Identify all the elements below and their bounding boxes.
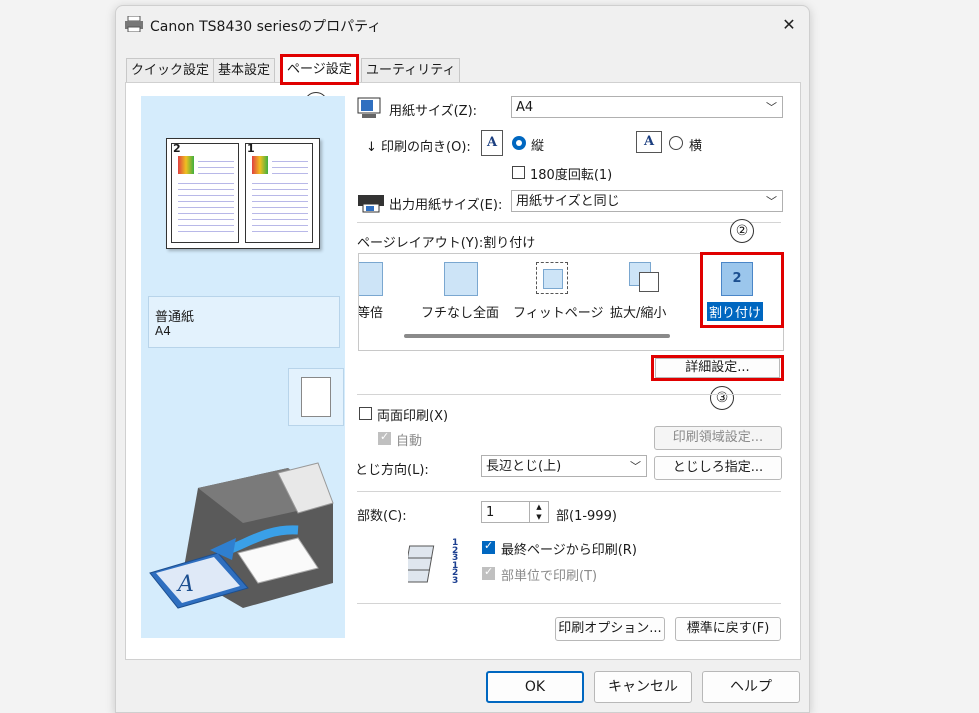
printer-icon: [125, 16, 143, 32]
layout-item-fit-page[interactable]: フィットページ: [513, 302, 603, 321]
page-size-label: 用紙サイズ(Z):: [389, 104, 478, 119]
stack-pages-icon: [408, 545, 435, 583]
highlight-detail: [651, 355, 784, 381]
preview-page-left: 2: [171, 142, 239, 243]
output-size-label: 出力用紙サイズ(E):: [389, 198, 503, 213]
help-button[interactable]: ヘルプ: [702, 671, 800, 703]
paper-size-text: A4: [155, 324, 171, 338]
collate-label: 部単位で印刷(T): [501, 569, 598, 584]
preview-page-right: 1: [245, 142, 313, 243]
landscape-icon: A: [636, 131, 662, 153]
svg-text:A: A: [176, 572, 194, 597]
chevron-down-icon: ﹀: [766, 101, 777, 114]
window-title: Canon TS8430 seriesのプロパティ: [150, 19, 382, 35]
separator: [357, 394, 781, 395]
separator: [357, 603, 781, 604]
copies-label: 部数(C):: [357, 509, 407, 524]
page-layout-label: ページレイアウト(Y):割り付け: [357, 236, 536, 251]
preview-image: [178, 156, 194, 174]
separator: [357, 222, 781, 223]
page-size-select[interactable]: A4 ﹀: [511, 96, 783, 118]
tab-basic[interactable]: 基本設定: [213, 58, 276, 83]
auto-checkbox[interactable]: ✓: [378, 430, 391, 445]
output-size-select[interactable]: 用紙サイズと同じ ﹀: [511, 190, 783, 212]
paper-info-box: 普通紙 A4: [148, 296, 340, 348]
rotate-180-label: 180度回転(1): [530, 168, 613, 183]
borderless-icon: [444, 262, 478, 296]
ok-button[interactable]: OK: [486, 671, 584, 703]
scaled-icon: [629, 262, 659, 292]
restore-defaults-button[interactable]: 標準に戻す(F): [675, 617, 781, 641]
orientation-preview: [288, 368, 344, 426]
reverse-order-label: 最終ページから印刷(R): [501, 543, 637, 558]
chevron-down-icon: ﹀: [766, 195, 777, 208]
page-size-icon: [357, 97, 381, 118]
collate-numbers: 1 2 3 1 2 3: [452, 538, 459, 586]
rotate-180-checkbox[interactable]: [512, 166, 525, 179]
highlight-tab: [280, 54, 359, 85]
separator: [357, 491, 781, 492]
auto-label: 自動: [396, 434, 423, 449]
binding-margin-button[interactable]: とじしろ指定...: [654, 456, 782, 480]
layout-item-borderless[interactable]: フチなし全面: [421, 302, 499, 321]
fit-page-icon: [536, 262, 568, 294]
portrait-label: 縦: [531, 139, 545, 154]
layout-preview-sheet: 2 1: [166, 138, 320, 249]
annotation-three: ③: [710, 386, 734, 410]
copies-range: 部(1-999): [556, 509, 617, 524]
landscape-radio[interactable]: [669, 136, 683, 150]
landscape-label: 横: [689, 139, 703, 154]
copies-stepper[interactable]: 1 ▲ ▼: [481, 501, 549, 523]
portrait-icon: A: [481, 130, 503, 156]
tab-quick[interactable]: クイック設定: [126, 58, 215, 83]
tab-utility[interactable]: ユーティリティ: [361, 58, 461, 83]
print-options-button[interactable]: 印刷オプション...: [555, 617, 665, 641]
duplex-label: 両面印刷(X): [377, 409, 449, 424]
normal-size-icon: [359, 262, 383, 296]
output-printer-icon: [358, 195, 384, 213]
binding-select[interactable]: 長辺とじ(上) ﹀: [481, 455, 647, 477]
horizontal-scrollbar[interactable]: [404, 334, 670, 338]
annotation-two: ②: [730, 219, 754, 243]
close-icon[interactable]: ✕: [776, 13, 802, 37]
duplex-checkbox[interactable]: [359, 407, 372, 420]
layout-item-scaled[interactable]: 拡大/縮小: [610, 302, 666, 321]
reverse-order-checkbox[interactable]: ✓: [482, 539, 495, 554]
collate-checkbox[interactable]: ✓: [482, 565, 495, 580]
portrait-radio[interactable]: [512, 136, 526, 150]
printer-illustration-icon: A: [149, 462, 334, 609]
highlight-layout: [700, 252, 784, 328]
paper-icon: [301, 377, 331, 417]
orientation-label: ↓ 印刷の向き(O):: [366, 140, 471, 155]
cancel-button[interactable]: キャンセル: [594, 671, 692, 703]
layout-item-normal[interactable]: 等倍: [359, 302, 383, 321]
arrow-down-icon: ↓: [366, 140, 377, 155]
preview-image: [252, 156, 268, 174]
chevron-down-icon: ﹀: [630, 460, 641, 473]
paper-type-text: 普通紙: [155, 310, 195, 325]
print-area-button[interactable]: 印刷領域設定...: [654, 426, 782, 450]
spin-arrows-icon[interactable]: ▲ ▼: [529, 502, 548, 522]
binding-label: とじ方向(L):: [355, 463, 429, 478]
